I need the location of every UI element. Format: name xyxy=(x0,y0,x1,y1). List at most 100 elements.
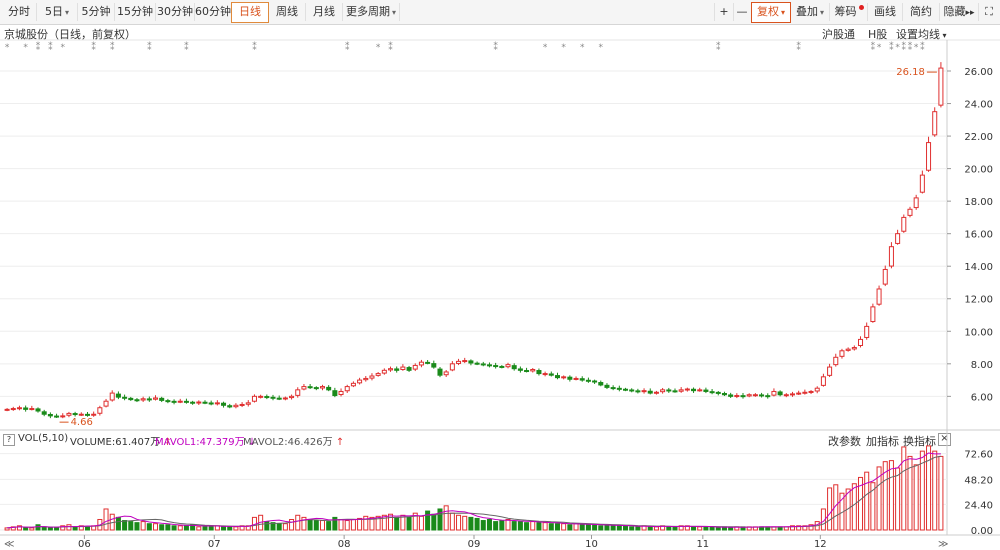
volume-bar xyxy=(72,526,78,531)
volume-bar xyxy=(505,518,511,531)
candle-body xyxy=(60,415,66,418)
candle-body xyxy=(239,403,245,406)
candle-body xyxy=(789,393,795,396)
zoom-in-button[interactable]: + xyxy=(714,3,734,21)
event-marker-icon: ⁑ xyxy=(184,41,189,53)
volume-bar xyxy=(171,525,177,531)
volume-bar xyxy=(369,516,375,531)
candle-body xyxy=(394,368,400,371)
candle-body xyxy=(381,369,387,374)
simple-button[interactable]: 简约 xyxy=(903,3,940,21)
notification-dot-icon xyxy=(858,5,864,10)
volume-bar xyxy=(907,455,913,531)
draw-button[interactable]: 画线 xyxy=(868,3,903,21)
event-marker-icon: ⁑ xyxy=(889,41,894,53)
candle-body xyxy=(721,393,727,396)
volume-bar xyxy=(319,520,325,531)
volume-bar xyxy=(548,523,554,531)
volume-bar xyxy=(752,526,758,531)
hk-connect-link[interactable]: 沪股通 xyxy=(822,26,855,42)
candle-body xyxy=(486,364,492,367)
volume-bar xyxy=(140,521,146,531)
volume-bar xyxy=(561,523,567,531)
volume-bar xyxy=(313,520,319,531)
candle-body xyxy=(443,371,449,376)
candle-body xyxy=(468,360,474,364)
volume-bar xyxy=(388,513,394,531)
volume-bar xyxy=(858,476,864,531)
period-more[interactable]: 更多周期 ▾ xyxy=(343,3,400,21)
candle-body xyxy=(629,389,635,392)
volume-bar xyxy=(777,526,783,531)
volume-bar xyxy=(159,524,165,531)
event-marker-icon: * xyxy=(543,43,548,53)
axes: 6.00 8.00 10.00 12.00 14.00 16.00 18.00 20.00 22… xyxy=(4,67,993,550)
candle-body xyxy=(350,382,356,387)
mavol2-value-label: MAVOL2:46.426万 xyxy=(243,437,333,448)
volume-bar xyxy=(623,525,629,531)
fullscreen-button[interactable]: ⛶ xyxy=(980,3,998,21)
switch-indicator-button[interactable]: 换指标 xyxy=(903,433,936,449)
overlay-button[interactable]: 叠加 ▾ xyxy=(791,3,830,21)
chips-button[interactable]: 筹码 xyxy=(831,3,868,21)
volume-bar xyxy=(870,482,876,531)
volume-bar xyxy=(616,525,622,531)
candle-body xyxy=(449,363,455,371)
period-30min[interactable]: 30分钟 xyxy=(156,3,195,21)
period-monthly[interactable]: 月线 xyxy=(306,3,343,21)
candle-body xyxy=(462,360,468,363)
help-icon[interactable]: ? xyxy=(3,434,15,446)
period-fenshi[interactable]: 分时 xyxy=(2,3,37,21)
event-marker-icon: ⁑ xyxy=(908,41,913,53)
volume-bar xyxy=(91,525,97,531)
add-indicator-button[interactable]: 加指标 xyxy=(866,433,899,449)
volume-tick-label: 0.00 xyxy=(971,526,993,537)
close-icon[interactable]: × xyxy=(938,433,951,446)
volume-bar xyxy=(691,526,697,531)
event-marker-icon: * xyxy=(5,43,10,53)
volume-bar xyxy=(10,526,16,531)
ma-settings-link[interactable]: 设置均线 ▾ xyxy=(896,26,947,42)
volume-bar xyxy=(103,508,109,531)
candle-body xyxy=(796,392,802,395)
hide-button[interactable]: 隐藏▸▸ xyxy=(940,3,979,21)
volume-bar xyxy=(530,521,536,531)
candle-body xyxy=(901,216,907,232)
candle-body xyxy=(882,268,888,285)
candle-body xyxy=(752,394,758,397)
candle-body xyxy=(598,382,604,386)
volume-bar xyxy=(270,522,276,531)
zoom-out-button[interactable]: — xyxy=(733,3,752,21)
volume-bar xyxy=(678,525,684,531)
period-5min[interactable]: 5分钟 xyxy=(78,3,115,21)
candle-body xyxy=(326,386,332,391)
volume-bar xyxy=(827,487,833,531)
candle-body xyxy=(938,67,944,106)
candle-body xyxy=(474,362,480,365)
h-share-link[interactable]: H股 xyxy=(868,26,887,42)
change-params-button[interactable]: 改参数 xyxy=(828,433,861,449)
volume-bar xyxy=(134,522,140,531)
candle-body xyxy=(542,373,548,376)
price-tick-label: 10.00 xyxy=(964,327,993,338)
adjust-button[interactable]: 复权 ▾ xyxy=(751,2,791,23)
candle-body xyxy=(517,368,523,371)
price-tick-label: 18.00 xyxy=(964,197,993,208)
event-markers: * * ⁑ ⁑ * ⁑ ⁑ ⁑ ⁑ ⁑ ⁑ * ⁑ ⁑ * * * * ⁑ ⁑ ⁑ * ⁑ * ⁑ ⁑ * ⁑ xyxy=(5,41,925,53)
candle-body xyxy=(524,370,530,373)
candle-body xyxy=(919,174,925,193)
volume-bar xyxy=(919,450,925,531)
candle-body xyxy=(418,361,424,366)
candle-body xyxy=(159,397,165,401)
period-weekly[interactable]: 周线 xyxy=(269,3,306,21)
period-5day[interactable]: 5日 ▾ xyxy=(37,3,78,21)
period-daily[interactable]: 日线 xyxy=(231,2,269,23)
candle-body xyxy=(493,365,499,368)
kline-chart: * * ⁑ ⁑ * ⁑ ⁑ ⁑ ⁑ ⁑ ⁑ * ⁑ ⁑ * * * * ⁑ ⁑ ⁑ * ⁑ * ⁑ ⁑ * ⁑ 26.184.66 6… xyxy=(0,39,1000,550)
period-60min[interactable]: 60分钟 xyxy=(195,3,232,21)
volume-bar xyxy=(375,515,381,531)
volume-bar xyxy=(23,527,29,531)
period-15min[interactable]: 15分钟 xyxy=(115,3,156,21)
volume-bar xyxy=(635,526,641,531)
candle-body xyxy=(728,394,734,397)
